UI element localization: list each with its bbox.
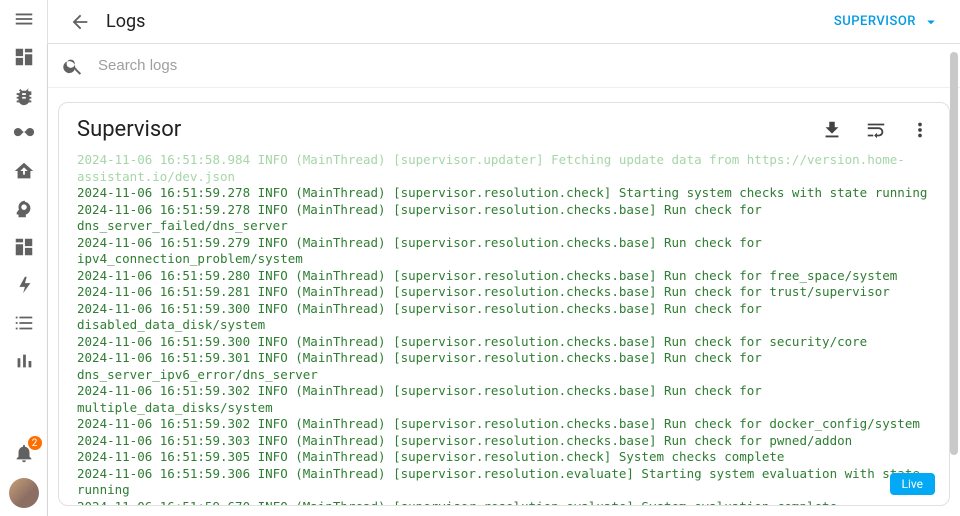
scrollbar-thumb[interactable] [950,52,958,455]
nav-energy[interactable] [0,266,48,304]
notification-count-badge: 2 [28,436,42,450]
home-download-icon [13,160,35,182]
log-line: 2024-11-06 16:51:59.670 INFO (MainThread… [77,499,931,506]
chart-bar-icon [13,350,35,372]
log-line: 2024-11-06 16:51:59.280 INFO (MainThread… [77,268,931,285]
log-line: 2024-11-06 16:51:59.281 INFO (MainThread… [77,284,931,301]
arrow-back-icon [69,11,91,33]
log-line: 2024-11-06 16:51:58.984 INFO (MainThread… [77,152,931,185]
app-bar: Logs SUPERVISOR [48,0,960,44]
scrollbar[interactable] [950,52,958,510]
log-line: 2024-11-06 16:51:59.300 INFO (MainThread… [77,334,931,351]
log-line: 2024-11-06 16:51:59.302 INFO (MainThread… [77,383,931,416]
log-line: 2024-11-06 16:51:59.303 INFO (MainThread… [77,433,931,450]
log-line: 2024-11-06 16:51:59.306 INFO (MainThread… [77,466,931,499]
nav-list[interactable] [0,304,48,342]
nav-rail: 2 [0,0,48,516]
log-line: 2024-11-06 16:51:59.302 INFO (MainThread… [77,416,931,433]
wrap-lines-button[interactable] [865,119,887,141]
user-avatar[interactable] [9,478,39,508]
dashboard-2-icon [13,236,35,258]
head-idea-icon [13,198,35,220]
log-source-select[interactable]: SUPERVISOR [826,7,948,37]
more-options-button[interactable] [909,119,931,141]
download-icon [821,119,843,141]
log-line: 2024-11-06 16:51:59.278 INFO (MainThread… [77,202,931,235]
log-line: 2024-11-06 16:51:59.279 INFO (MainThread… [77,235,931,268]
wrap-text-icon [865,119,887,141]
download-logs-button[interactable] [821,119,843,141]
log-source-label: SUPERVISOR [834,14,916,29]
menu-button[interactable] [0,0,48,38]
search-icon [62,55,84,77]
log-card-title: Supervisor [77,117,181,142]
search-bar [48,44,960,88]
bug-icon [13,84,35,106]
page-title: Logs [106,11,145,32]
dashboard-icon [13,46,35,68]
bolt-icon [13,274,35,296]
search-input[interactable] [98,57,946,74]
nav-stats[interactable] [0,342,48,380]
log-card: Supervisor 2024-11-06 16:51 [58,102,950,506]
log-line: 2024-11-06 16:51:59.305 INFO (MainThread… [77,449,931,466]
log-output[interactable]: 2024-11-06 16:51:58.984 INFO (MainThread… [59,152,949,505]
live-indicator[interactable]: Live [890,473,935,495]
hamburger-icon [13,8,35,30]
nav-agent[interactable] [0,190,48,228]
chevron-down-icon [922,13,940,31]
notifications-button[interactable]: 2 [0,434,48,472]
more-vert-icon [909,119,931,141]
nav-dashboard[interactable] [0,38,48,76]
nav-debug[interactable] [0,76,48,114]
log-line: 2024-11-06 16:51:59.301 INFO (MainThread… [77,350,931,383]
main-content: Logs SUPERVISOR Supervisor [48,0,960,516]
nav-infinity[interactable] [0,114,48,152]
list-icon [13,312,35,334]
nav-dashboard-2[interactable] [0,228,48,266]
back-button[interactable] [60,2,100,42]
log-line: 2024-11-06 16:51:59.300 INFO (MainThread… [77,301,931,334]
log-line: 2024-11-06 16:51:59.278 INFO (MainThread… [77,185,931,202]
nav-home[interactable] [0,152,48,190]
infinity-icon [13,122,35,144]
